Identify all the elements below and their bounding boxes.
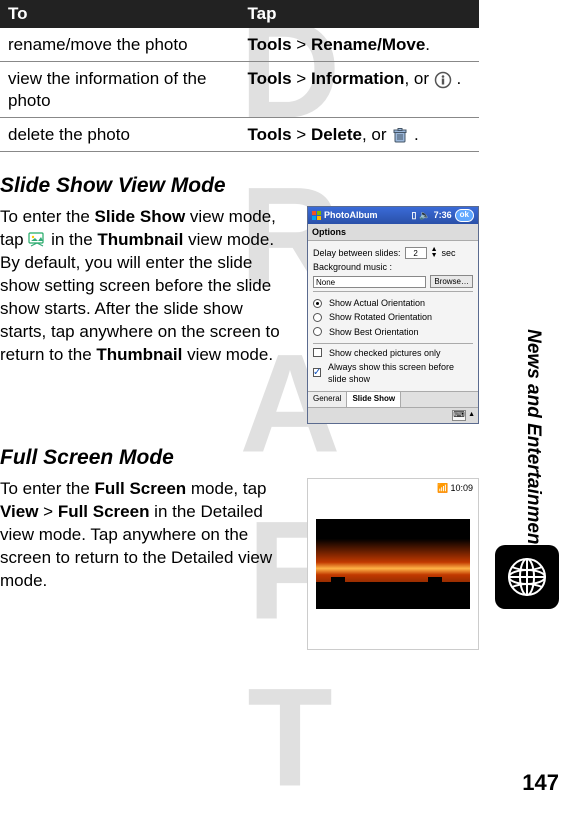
tab-slideshow[interactable]: Slide Show [347,392,401,407]
bold-slideshow: Slide Show [95,207,186,226]
bold-thumb: Thumbnail [97,230,183,249]
globe-icon [505,555,549,599]
period: . [425,35,430,54]
dialog-title: Options [308,224,478,241]
gt: > [292,69,311,88]
commands-table: To Tap rename/move the photo Tools > Ren… [0,0,479,152]
trash-icon [391,126,409,144]
cell-right: Tools > Information, or . [240,62,480,118]
cell-left: delete the photo [0,117,240,151]
table-row: delete the photo Tools > Delete, or . [0,117,479,151]
cell-right: Tools > Rename/Move. [240,28,480,62]
check-label: Always show this screen before slide sho… [328,361,473,385]
check-checked-only[interactable] [313,348,322,357]
bgm-select[interactable]: None [313,276,426,288]
windows-flag-icon [312,211,321,220]
radio-label: Show Best Orientation [329,326,419,338]
th-tap: Tap [240,0,480,28]
tools-label: Tools [248,125,292,144]
slideshow-text: To enter the Slide Show view mode, tap i… [0,206,293,369]
radio-label: Show Actual Orientation [329,297,425,309]
fullscreen-text: To enter the Full Screen mode, tap View … [0,478,293,595]
info-icon [434,71,452,89]
t: To enter the [0,479,95,498]
check-label: Show checked pictures only [329,347,441,359]
signal-icon: 📶 [437,482,448,494]
ok-button[interactable]: ok [455,209,474,222]
spin-arrows-icon[interactable]: ▲▼ [431,247,438,259]
bold-thumb2: Thumbnail [96,345,182,364]
fullscreen-screenshot: 📶10:09 [307,478,479,650]
delay-spinner[interactable]: 2 [405,247,427,259]
radio-rotated[interactable] [313,313,322,322]
radio-actual[interactable] [313,299,322,308]
t: in the [51,230,97,249]
cell-left: view the information of the photo [0,62,240,118]
t: To enter the [0,207,95,226]
th-to: To [0,0,240,28]
tools-label: Tools [248,69,292,88]
delay-label: Delay between slides: [313,247,401,259]
t: view mode. By default, you will enter th… [0,230,280,364]
cell-right: Tools > Delete, or . [240,117,480,151]
radio-label: Show Rotated Orientation [329,311,432,323]
heading-fullscreen: Full Screen Mode [0,446,479,470]
radio-best[interactable] [313,327,322,336]
check-always-show[interactable] [313,368,321,377]
gt: > [292,125,311,144]
sunset-image [316,519,470,609]
or-text: , or [362,125,391,144]
cmd-delete: Delete [311,125,362,144]
section-tab-label: News and Entertainment [522,329,544,551]
signal-icon: ▯ [411,209,416,221]
tab-general[interactable]: General [308,392,347,407]
options-dialog-screenshot: PhotoAlbum ▯ 🔈 7:36 ok Options Delay bet… [307,206,479,424]
bold-fullscreen2: Full Screen [58,502,150,521]
cmd-rename: Rename/Move [311,35,425,54]
delay-unit: sec [442,247,456,259]
heading-slideshow: Slide Show View Mode [0,174,479,198]
end: . [452,69,461,88]
speaker-icon: 🔈 [419,209,430,221]
gt: > [292,35,311,54]
bold-view: View [0,502,38,521]
end: . [409,125,418,144]
browse-button[interactable]: Browse… [430,275,473,288]
clock-time: 7:36 [434,209,452,221]
t: > [38,502,57,521]
or-text: , or [404,69,433,88]
tools-label: Tools [248,35,292,54]
t: mode, tap [186,479,266,498]
app-name: PhotoAlbum [324,209,378,221]
keyboard-icon[interactable]: ⌨ [452,410,466,421]
t: view mode. [182,345,273,364]
chevron-up-icon[interactable]: ▲ [468,410,475,421]
table-row: view the information of the photo Tools … [0,62,479,118]
globe-badge [495,545,559,609]
page-number: 147 [522,770,559,796]
slideshow-icon [28,232,46,248]
table-row: rename/move the photo Tools > Rename/Mov… [0,28,479,62]
bold-fullscreen: Full Screen [95,479,187,498]
cmd-info: Information [311,69,405,88]
fs-time: 10:09 [450,482,473,494]
cell-left: rename/move the photo [0,28,240,62]
bgm-label: Background music : [313,261,473,273]
